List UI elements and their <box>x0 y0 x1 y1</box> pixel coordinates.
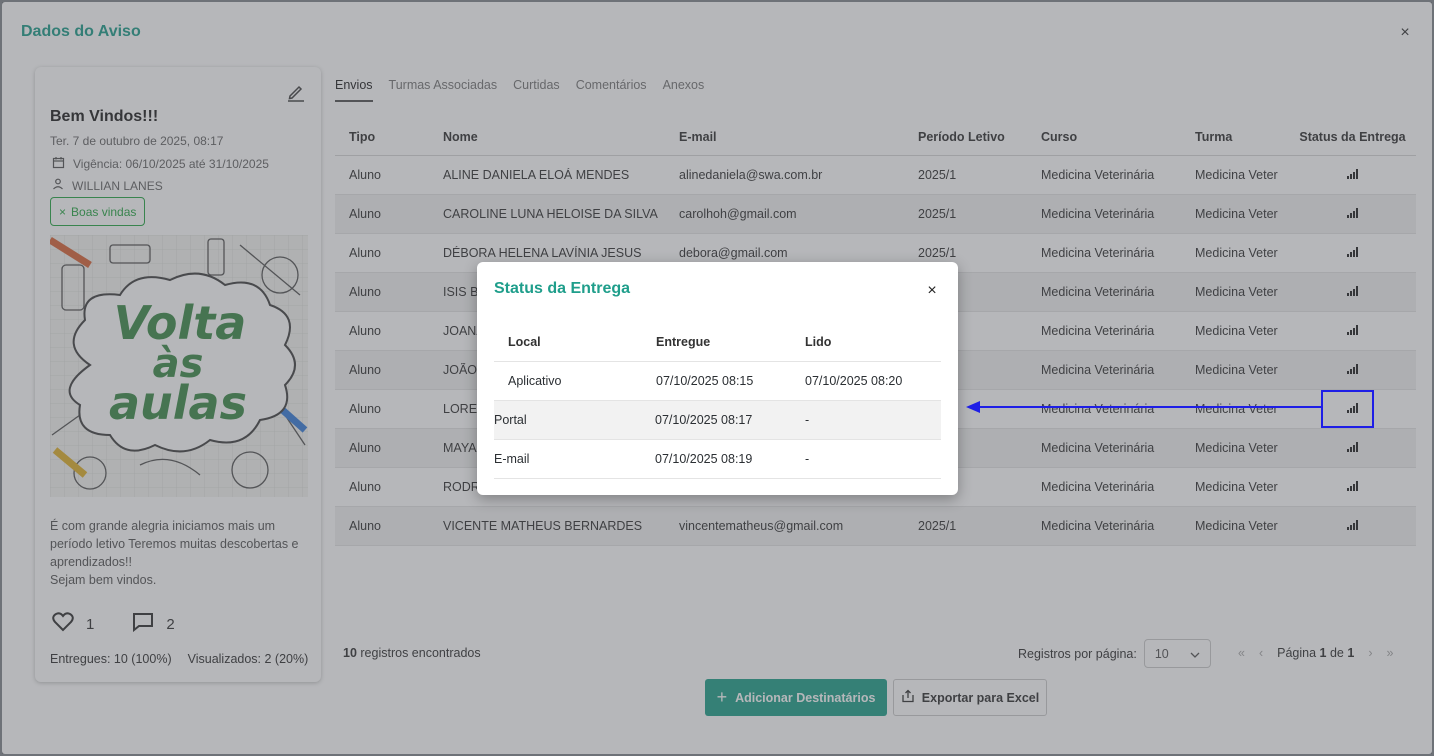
header-local: Local <box>508 335 541 349</box>
modal-title: Status da Entrega <box>494 280 631 297</box>
delivered-cell: 07/10/2025 08:15 <box>656 374 754 388</box>
table-row: Portal 07/10/2025 08:17 - <box>494 401 941 440</box>
read-cell: - <box>805 413 810 427</box>
delivered-cell: 07/10/2025 08:17 <box>655 413 753 427</box>
header-entregue: Entregue <box>656 335 711 349</box>
table-row: Aplicativo 07/10/2025 08:15 07/10/2025 0… <box>494 362 941 401</box>
modal-table-header: Local Entregue Lido <box>494 323 941 362</box>
read-cell: - <box>805 452 810 466</box>
delivered-cell: 07/10/2025 08:19 <box>655 452 753 466</box>
annotation-arrow-head <box>966 401 980 413</box>
table-row: E-mail 07/10/2025 08:19 - <box>494 440 941 479</box>
header-lido: Lido <box>805 335 832 349</box>
local-cell: Portal <box>494 413 527 427</box>
local-cell: E-mail <box>494 452 530 466</box>
annotation-highlight-box <box>1321 390 1374 428</box>
annotation-arrow-line <box>980 406 1322 408</box>
delivery-status-modal: Status da Entrega × Local Entregue Lido … <box>477 262 958 495</box>
local-cell: Aplicativo <box>508 374 562 388</box>
read-cell: 07/10/2025 08:20 <box>805 374 903 388</box>
modal-close-button[interactable]: × <box>924 283 940 299</box>
delivery-status-table: Local Entregue Lido Aplicativo 07/10/202… <box>494 323 941 479</box>
